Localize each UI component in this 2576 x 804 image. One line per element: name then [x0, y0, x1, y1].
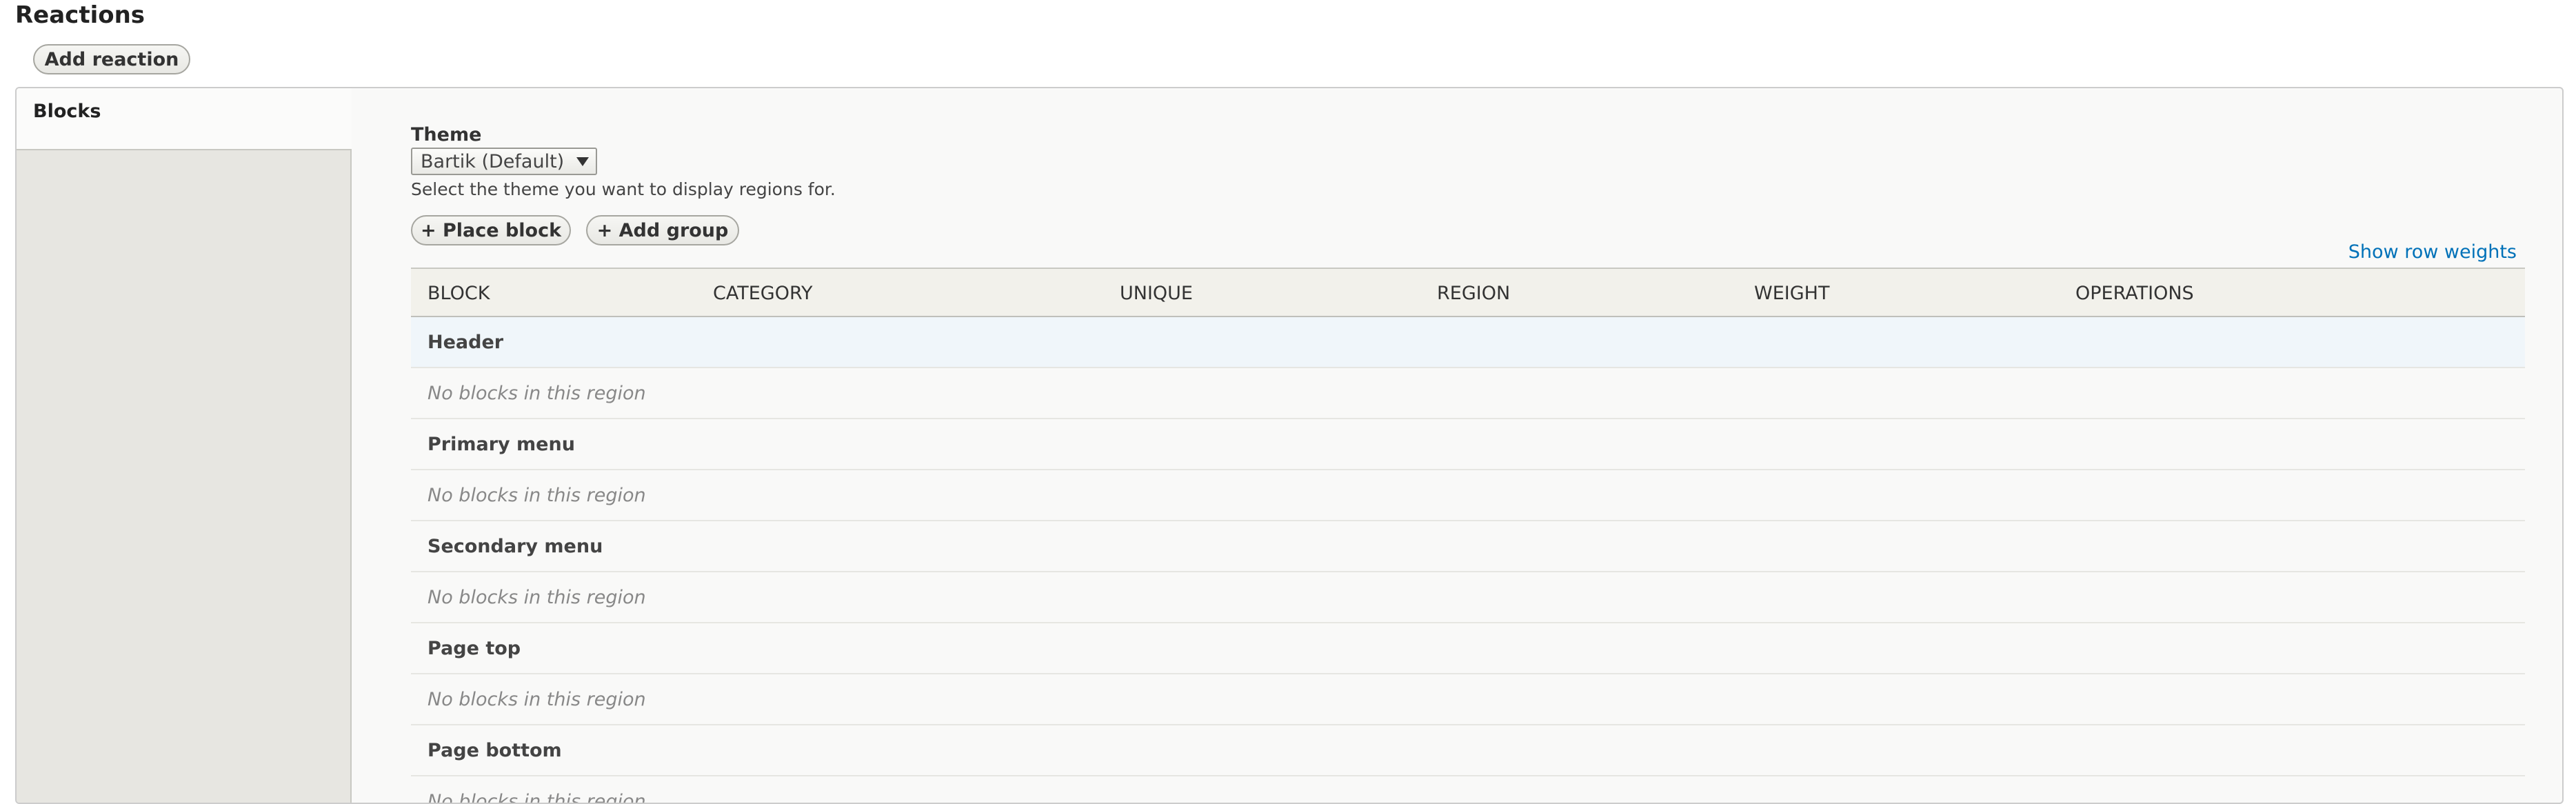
header-region: Region	[1437, 282, 1511, 304]
header-weight: Weight	[1754, 282, 1830, 304]
table-header: Block Category Unique Region Weight Oper…	[411, 268, 2525, 317]
region-title-row: Page bottom	[411, 725, 2525, 776]
region-empty-message: No blocks in this region	[411, 776, 2525, 803]
add-reaction-button[interactable]: Add reaction	[33, 44, 190, 74]
region-title-row: Header	[411, 317, 2525, 368]
region-empty-message: No blocks in this region	[411, 368, 2525, 419]
theme-select-value: Bartik (Default)	[421, 150, 565, 172]
header-operations: Operations	[2075, 282, 2194, 304]
theme-label: Theme	[411, 124, 482, 145]
tab-blocks-label: Blocks	[33, 100, 101, 122]
tab-blocks[interactable]: Blocks	[17, 88, 352, 150]
show-row-weights-link[interactable]: Show row weights	[2348, 241, 2517, 263]
region-title-row: Secondary menu	[411, 521, 2525, 572]
region-title-row: Page top	[411, 623, 2525, 674]
dropdown-arrow-icon	[576, 157, 589, 166]
region-empty-message: No blocks in this region	[411, 470, 2525, 521]
place-block-button[interactable]: + Place block	[411, 215, 571, 245]
region-title-row: Primary menu	[411, 419, 2525, 470]
header-block: Block	[427, 282, 490, 304]
add-group-button[interactable]: + Add group	[586, 215, 739, 245]
region-empty-message: No blocks in this region	[411, 674, 2525, 725]
header-category: Category	[713, 282, 813, 304]
theme-description: Select the theme you want to display reg…	[411, 179, 836, 199]
region-empty-message: No blocks in this region	[411, 572, 2525, 623]
reactions-title: Reactions	[15, 1, 145, 29]
vertical-tab-list: Blocks	[17, 88, 352, 803]
theme-select[interactable]: Bartik (Default)	[411, 148, 597, 175]
header-unique: Unique	[1120, 282, 1193, 304]
vertical-tabs-panel: Blocks Theme Bartik (Default) Select the…	[15, 87, 2564, 804]
table-body: Header No blocks in this region Primary …	[411, 317, 2525, 803]
blocks-table: Block Category Unique Region Weight Oper…	[411, 268, 2525, 803]
blocks-tab-content: Theme Bartik (Default) Select the theme …	[352, 88, 2562, 803]
